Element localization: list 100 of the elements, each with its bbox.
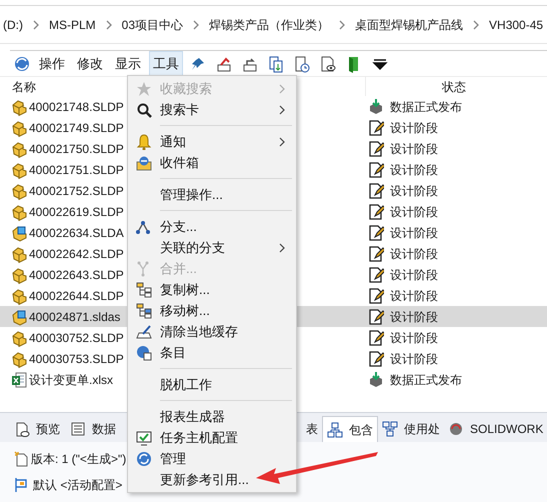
search-icon: [136, 102, 152, 118]
part-icon: [11, 140, 28, 158]
chevron-icon: [32, 20, 40, 30]
status-text: 设计阶段: [390, 120, 438, 136]
breadcrumb-item[interactable]: 焊锡类产品（作业类）: [206, 16, 332, 34]
menu-item[interactable]: 清除当地缓存: [128, 321, 296, 342]
name-cell[interactable]: 400022644.SLDP: [0, 285, 127, 306]
bell-icon: [136, 134, 152, 150]
status-cell[interactable]: 设计阶段: [297, 243, 547, 264]
menu-item[interactable]: 更新参考引用...: [128, 469, 296, 490]
tab[interactable]: SOLIDWORK: [444, 416, 547, 442]
name-cell[interactable]: 400021749.SLDP: [0, 117, 127, 138]
refresh-icon: [13, 54, 31, 72]
column-header[interactable]: 状态: [442, 78, 466, 96]
status-cell[interactable]: 设计阶段: [297, 348, 547, 369]
name-cell[interactable]: 400021750.SLDP: [0, 138, 127, 159]
branch-icon: [136, 218, 152, 234]
tab[interactable]: 表: [302, 416, 322, 442]
name-cell[interactable]: 设计变更单.xlsx: [0, 369, 127, 390]
name-cell[interactable]: 400022643.SLDP: [0, 264, 127, 285]
copy-tree-icon: [136, 282, 152, 298]
menu-bar-item[interactable]: 修改: [73, 50, 107, 76]
tab[interactable]: 使用处: [378, 416, 444, 442]
where-used-icon: [382, 421, 398, 437]
file-name: 400021751.SLDP: [29, 162, 124, 178]
file-name: 400021749.SLDP: [29, 120, 124, 136]
breadcrumb-item[interactable]: (D:): [0, 16, 26, 34]
name-cell[interactable]: 400022619.SLDP: [0, 201, 127, 222]
status-cell[interactable]: 数据正式发布: [297, 369, 547, 390]
version-icon: [14, 451, 28, 467]
name-cell[interactable]: 400021752.SLDP: [0, 180, 127, 201]
status-cell[interactable]: 数据正式发布: [297, 96, 547, 117]
menu-item[interactable]: 条目: [128, 342, 296, 363]
assembly-icon: [11, 224, 28, 242]
part-icon: [11, 160, 28, 178]
preview-icon: [14, 421, 30, 437]
menu-item[interactable]: 任务主机配置: [128, 427, 296, 448]
breadcrumb-item[interactable]: 桌面型焊锡机产品线: [352, 16, 466, 34]
menu-item[interactable]: 复制树...: [128, 279, 296, 300]
solidworks-icon: [448, 421, 464, 437]
name-cell[interactable]: 400024871.sldas: [0, 306, 127, 327]
edit-document-icon: [368, 286, 384, 304]
part-icon: [11, 98, 28, 116]
breadcrumb-item[interactable]: 03项目中心: [118, 16, 186, 34]
menu-bar-item[interactable]: 操作: [35, 50, 69, 76]
menu-item[interactable]: 报表生成器: [128, 406, 296, 427]
part-icon: [11, 286, 28, 304]
menu-item[interactable]: 搜索卡: [128, 99, 296, 120]
breadcrumb-item[interactable]: VH300-45: [486, 16, 546, 34]
name-cell[interactable]: 400030753.SLDP: [0, 348, 127, 369]
name-cell[interactable]: 400021748.SLDP: [0, 96, 127, 117]
menu-item[interactable]: 收件箱: [128, 152, 296, 173]
status-cell[interactable]: 设计阶段: [297, 117, 547, 138]
edit-document-icon: [368, 224, 384, 242]
tab[interactable]: 包含: [322, 416, 378, 442]
edit-document-icon: [368, 266, 384, 284]
preview-icon: [319, 54, 337, 72]
status-cell[interactable]: 设计阶段: [297, 327, 547, 348]
refresh-icon: [136, 450, 152, 466]
status-cell[interactable]: 设计阶段: [297, 285, 547, 306]
name-cell[interactable]: 400030752.SLDP: [0, 327, 127, 348]
status-text: 设计阶段: [390, 246, 438, 262]
name-cell[interactable]: 400022634.SLDA: [0, 222, 127, 243]
status-text: 设计阶段: [390, 140, 438, 158]
breadcrumb-item[interactable]: MS-PLM: [46, 16, 99, 34]
part-icon: [11, 328, 28, 346]
name-cell[interactable]: 400022642.SLDP: [0, 243, 127, 264]
menu-bar-item[interactable]: 显示: [111, 50, 145, 76]
status-cell[interactable]: 设计阶段: [297, 138, 547, 159]
history-icon: [293, 54, 311, 72]
menu-item[interactable]: 管理: [128, 448, 296, 469]
menu-item[interactable]: 分支...: [128, 216, 296, 237]
tab[interactable]: 预览: [10, 416, 64, 442]
spreadsheet-icon: [11, 370, 28, 388]
column-header[interactable]: 名称: [12, 80, 36, 94]
status-cell[interactable]: 设计阶段: [297, 180, 547, 201]
menu-item[interactable]: 脱机工作: [128, 374, 296, 395]
menu-bar-item[interactable]: 工具: [149, 50, 183, 76]
file-name: 400022643.SLDP: [29, 266, 124, 284]
menu-item[interactable]: 通知: [128, 131, 296, 152]
part-icon: [11, 350, 28, 368]
file-name: 设计变更单.xlsx: [29, 372, 113, 388]
status-cell[interactable]: 设计阶段: [297, 222, 547, 243]
menu-item[interactable]: 管理操作...: [128, 184, 296, 205]
part-icon: [11, 244, 28, 262]
status-cell[interactable]: 设计阶段: [297, 264, 547, 285]
part-icon: [11, 266, 28, 284]
status-cell[interactable]: 设计阶段: [297, 201, 547, 222]
name-cell[interactable]: 400021751.SLDP: [0, 159, 127, 180]
part-icon: [11, 182, 28, 200]
copy-down-icon: [267, 54, 285, 72]
status-cell[interactable]: 设计阶段: [297, 306, 547, 327]
menu-item[interactable]: 移动树...: [128, 300, 296, 321]
status-text: 设计阶段: [390, 224, 438, 242]
tab[interactable]: 数据: [66, 416, 120, 442]
edit-document-icon: [368, 328, 384, 346]
status-cell[interactable]: 设计阶段: [297, 159, 547, 180]
menu-item[interactable]: 关联的分支: [128, 237, 296, 258]
edit-document-icon: [368, 244, 384, 262]
edit-document-icon: [368, 350, 384, 368]
